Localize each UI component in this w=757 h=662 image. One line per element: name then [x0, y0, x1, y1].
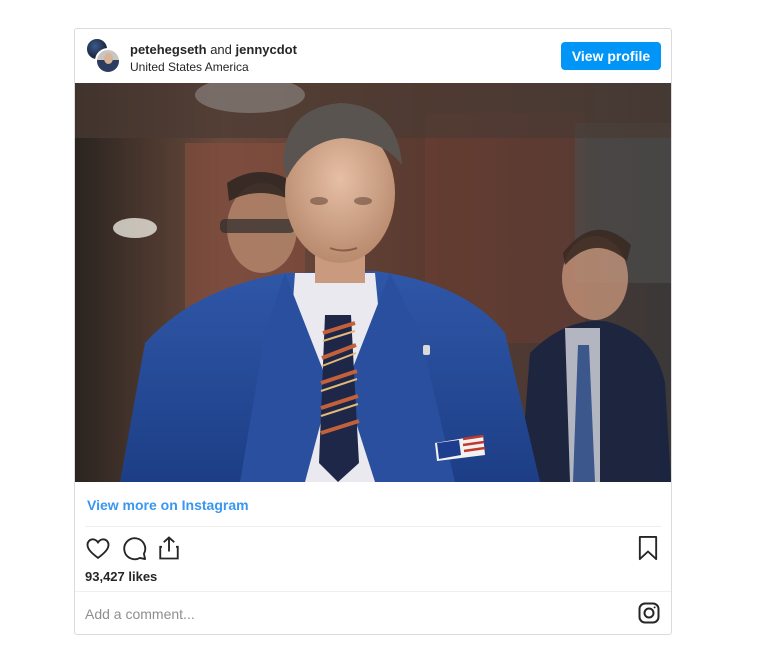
add-comment-input[interactable]: Add a comment... — [85, 606, 195, 622]
post-photo-illustration — [75, 83, 671, 482]
heart-icon[interactable] — [84, 534, 112, 562]
post-actions — [75, 534, 671, 568]
divider — [85, 526, 661, 527]
view-more-on-instagram-link[interactable]: View more on Instagram — [87, 497, 249, 513]
divider — [75, 591, 671, 592]
bookmark-icon[interactable] — [634, 534, 662, 562]
view-profile-button[interactable]: View profile — [561, 42, 661, 70]
username-secondary-link[interactable]: jennycdot — [236, 42, 297, 57]
speech-bubble-icon[interactable] — [120, 534, 148, 562]
post-authors: petehegseth and jennycdot — [130, 42, 297, 58]
collab-avatars[interactable] — [85, 37, 121, 74]
and-text: and — [210, 42, 232, 57]
share-icon[interactable] — [155, 534, 183, 562]
post-header: petehegseth and jennycdot United States … — [75, 29, 671, 83]
instagram-logo-icon[interactable] — [637, 601, 661, 625]
post-photo[interactable] — [75, 83, 671, 482]
username-primary-link[interactable]: petehegseth — [130, 42, 207, 57]
instagram-embed-card: petehegseth and jennycdot United States … — [74, 28, 672, 635]
post-location[interactable]: United States America — [130, 60, 249, 74]
avatar-petehegseth[interactable] — [95, 48, 121, 74]
likes-count[interactable]: 93,427 likes — [85, 569, 157, 584]
